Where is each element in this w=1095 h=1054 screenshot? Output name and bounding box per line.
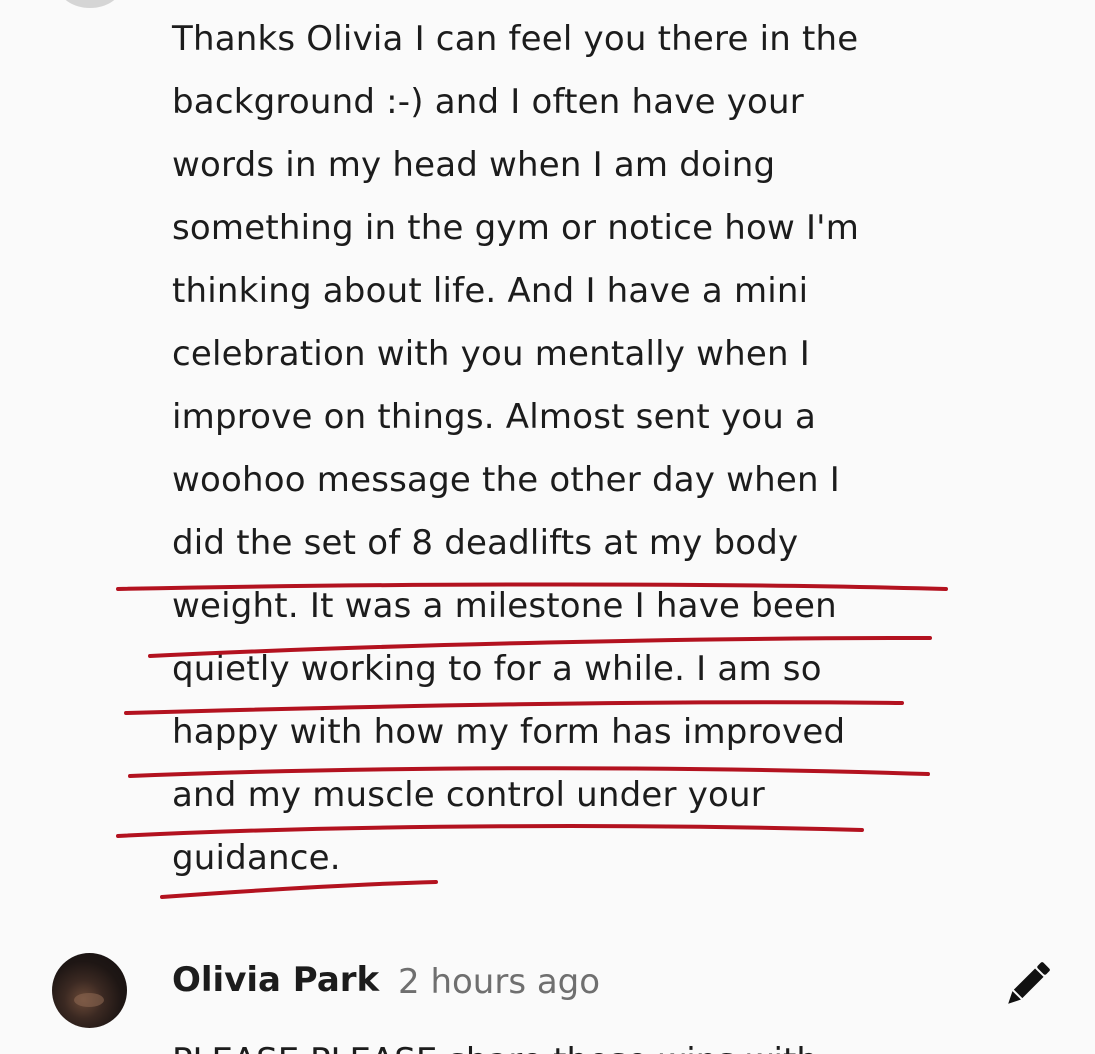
message-line: woohoo message the other day when I: [172, 460, 840, 500]
message-line: thinking about life. And I have a mini: [172, 271, 809, 311]
message-line: words in my head when I am doing: [172, 145, 776, 185]
avatar-photo-detail: [74, 993, 104, 1007]
message-line: Thanks Olivia I can feel you there in th…: [172, 19, 859, 59]
message-line: weight. It was a milestone I have been: [172, 586, 837, 626]
avatar[interactable]: [52, 953, 127, 1028]
message-line: and my muscle control under your: [172, 775, 765, 815]
message-line: celebration with you mentally when I: [172, 334, 810, 374]
message-line: improve on things. Almost sent you a: [172, 397, 817, 437]
message-line: did the set of 8 deadlifts at my body: [172, 523, 799, 563]
message-line: happy with how my form has improved: [172, 712, 846, 752]
next-comment-text: PLEASE PLEASE share these wins with: [172, 1030, 818, 1054]
message-line: guidance.: [172, 838, 341, 878]
pencil-icon: [1008, 962, 1050, 1004]
message-body: Thanks Olivia I can feel you there in th…: [172, 8, 1052, 890]
edit-button[interactable]: [1000, 956, 1056, 1012]
comment-timestamp: 2 hours ago: [398, 962, 601, 1002]
message-line: background :-) and I often have your: [172, 82, 804, 122]
comment-header: Olivia Park 2 hours ago: [0, 948, 1095, 1028]
message-line: something in the gym or notice how I'm: [172, 208, 860, 248]
author-name[interactable]: Olivia Park: [172, 960, 379, 1000]
message-line: quietly working to for a while. I am so: [172, 649, 822, 689]
previous-avatar: [58, 0, 122, 8]
